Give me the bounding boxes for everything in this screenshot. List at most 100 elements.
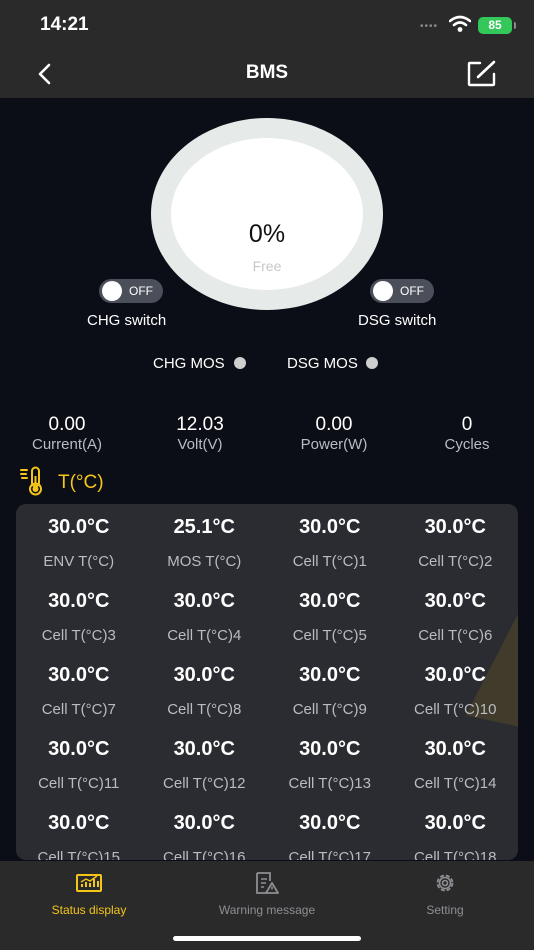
chg-switch-state: OFF xyxy=(129,284,153,298)
temperature-value: 30.0°C xyxy=(424,812,486,834)
chg-mos-indicator xyxy=(234,357,246,369)
chart-icon xyxy=(76,874,102,892)
dsg-mos-indicator xyxy=(366,357,378,369)
edit-icon[interactable] xyxy=(466,60,498,88)
temperature-cell: 30.0°C Cell T(°C)13 xyxy=(267,726,393,800)
page-title: BMS xyxy=(245,62,289,83)
status-bar: 14:21 •••• 85 xyxy=(0,0,534,50)
status-time: 14:21 xyxy=(40,14,89,35)
battery-indicator: 85 xyxy=(478,17,516,34)
temperature-value: 30.0°C xyxy=(299,590,361,612)
temperature-panel[interactable]: 30.0°C ENV T(°C) 25.1°C MOS T(°C) 30.0°C Cell… xyxy=(16,504,518,860)
temperature-value: 30.0°C xyxy=(173,664,235,686)
temperature-label: Cell T(°C)6 xyxy=(418,627,493,644)
cycles-label: Cycles xyxy=(444,436,490,453)
temperature-value: 30.0°C xyxy=(48,590,110,612)
temperature-cell: 30.0°C Cell T(°C)7 xyxy=(16,652,142,726)
tab-label: Warning message xyxy=(218,903,316,917)
temperature-label: Cell T(°C)10 xyxy=(414,701,497,718)
temperature-label: Cell T(°C)15 xyxy=(37,849,120,860)
temperature-cell: 30.0°C Cell T(°C)16 xyxy=(142,800,268,860)
dsg-switch-label: DSG switch xyxy=(358,312,437,329)
chg-mos-label: CHG MOS xyxy=(153,355,225,372)
temperature-cell: 30.0°C Cell T(°C)14 xyxy=(393,726,519,800)
tab-label: Status display xyxy=(51,903,127,917)
chg-switch-toggle[interactable]: OFF xyxy=(99,279,163,303)
warning-document-icon xyxy=(256,872,279,894)
temperature-cell: 25.1°C MOS T(°C) xyxy=(142,504,268,578)
home-indicator xyxy=(173,936,361,941)
temperature-value: 25.1°C xyxy=(173,516,235,538)
temperature-cell: 30.0°C Cell T(°C)18 xyxy=(393,800,519,860)
temperature-value: 30.0°C xyxy=(173,812,235,834)
temperature-value: 30.0°C xyxy=(48,516,110,538)
temperature-cell: 30.0°C Cell T(°C)12 xyxy=(142,726,268,800)
temperature-label: Cell T(°C)14 xyxy=(414,775,497,792)
temperature-label: Cell T(°C)7 xyxy=(41,701,116,718)
temperature-value: 30.0°C xyxy=(424,664,486,686)
temperature-value: 30.0°C xyxy=(173,590,235,612)
power-label: Power(W) xyxy=(300,436,368,453)
toggle-knob xyxy=(373,281,393,301)
thermometer-icon xyxy=(20,466,42,496)
temperature-cell: 30.0°C Cell T(°C)10 xyxy=(393,652,519,726)
power-value: 0.00 xyxy=(315,414,353,435)
temperature-cell: 30.0°C Cell T(°C)11 xyxy=(16,726,142,800)
temperature-value: 30.0°C xyxy=(48,664,110,686)
temperature-cell: 30.0°C Cell T(°C)6 xyxy=(393,578,519,652)
soc-percent: 0% xyxy=(248,220,286,248)
nav-bar: BMS xyxy=(0,50,534,98)
temperature-label: Cell T(°C)1 xyxy=(292,553,367,570)
temperature-label: Cell T(°C)18 xyxy=(414,849,497,860)
temperature-label: ENV T(°C) xyxy=(43,553,115,570)
temperature-label: Cell T(°C)5 xyxy=(292,627,367,644)
temperature-value: 30.0°C xyxy=(299,738,361,760)
temperature-cell: 30.0°C Cell T(°C)1 xyxy=(267,504,393,578)
soc-gauge: 0% Free xyxy=(151,118,383,310)
temperature-value: 30.0°C xyxy=(48,738,110,760)
dsg-switch-toggle[interactable]: OFF xyxy=(370,279,434,303)
current-label: Current(A) xyxy=(31,436,102,453)
chg-switch-label: CHG switch xyxy=(87,312,167,329)
temperature-title: T(°C) xyxy=(58,472,104,493)
temperature-cell: 30.0°C Cell T(°C)17 xyxy=(267,800,393,860)
gear-icon xyxy=(436,874,454,892)
cycles-value: 0 xyxy=(461,414,473,435)
volt-value: 12.03 xyxy=(176,414,224,435)
current-value: 0.00 xyxy=(48,414,86,435)
temperature-cell: 30.0°C Cell T(°C)9 xyxy=(267,652,393,726)
temperature-label: Cell T(°C)2 xyxy=(418,553,493,570)
temperature-cell: 30.0°C Cell T(°C)4 xyxy=(142,578,268,652)
temperature-value: 30.0°C xyxy=(173,738,235,760)
temperature-label: Cell T(°C)11 xyxy=(38,775,120,792)
temperature-cell: 30.0°C Cell T(°C)8 xyxy=(142,652,268,726)
temperature-label: Cell T(°C)17 xyxy=(288,849,371,860)
temperature-value: 30.0°C xyxy=(299,812,361,834)
temperature-label: Cell T(°C)9 xyxy=(292,701,367,718)
tab-status-display[interactable]: Status display xyxy=(0,871,178,917)
dsg-mos-label: DSG MOS xyxy=(287,355,358,372)
temperature-label: Cell T(°C)13 xyxy=(288,775,371,792)
signal-icon: •••• xyxy=(420,21,439,32)
temperature-label: Cell T(°C)16 xyxy=(163,849,246,860)
temperature-value: 30.0°C xyxy=(424,738,486,760)
tab-label: Setting xyxy=(426,903,464,917)
toggle-knob xyxy=(102,281,122,301)
temperature-value: 30.0°C xyxy=(299,516,361,538)
tab-warning-message[interactable]: Warning message xyxy=(178,871,356,917)
soc-status: Free xyxy=(252,258,282,274)
temperature-cell: 30.0°C ENV T(°C) xyxy=(16,504,142,578)
temperature-value: 30.0°C xyxy=(424,516,486,538)
temperature-grid: 30.0°C ENV T(°C) 25.1°C MOS T(°C) 30.0°C Cell… xyxy=(16,504,518,860)
volt-label: Volt(V) xyxy=(177,436,223,453)
tab-setting[interactable]: Setting xyxy=(356,871,534,917)
temperature-value: 30.0°C xyxy=(48,812,110,834)
dsg-switch-state: OFF xyxy=(400,284,424,298)
temperature-cell: 30.0°C Cell T(°C)15 xyxy=(16,800,142,860)
wifi-icon xyxy=(449,15,471,32)
temperature-label: Cell T(°C)4 xyxy=(167,627,242,644)
temperature-label: Cell T(°C)12 xyxy=(163,775,246,792)
temperature-cell: 30.0°C Cell T(°C)2 xyxy=(393,504,519,578)
temperature-label: Cell T(°C)3 xyxy=(41,627,116,644)
temperature-label: MOS T(°C) xyxy=(167,553,242,570)
